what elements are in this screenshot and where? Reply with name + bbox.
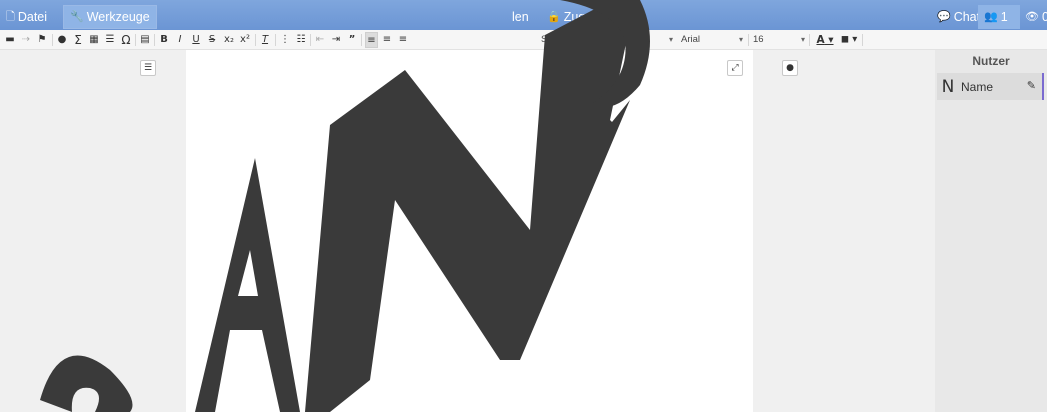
users-icon: 👥 bbox=[984, 10, 998, 23]
chevron-down-icon: ▾ bbox=[800, 35, 805, 44]
text-color-button[interactable]: A ▾ bbox=[815, 32, 835, 48]
style-select-value: Stil bbox=[541, 34, 555, 45]
users-count: 1 bbox=[1000, 10, 1008, 24]
list-icon[interactable]: ☰ bbox=[140, 60, 156, 76]
toolbar-separator bbox=[52, 34, 53, 46]
toolbar-separator bbox=[154, 34, 155, 46]
flag-icon[interactable]: ⚑ bbox=[36, 32, 48, 48]
clear-format-icon[interactable]: T bbox=[259, 32, 271, 48]
page-icon[interactable]: ▤ bbox=[139, 32, 151, 48]
omega-icon[interactable]: Ω bbox=[120, 32, 132, 48]
unordered-list-icon[interactable]: ☷ bbox=[295, 32, 307, 48]
italic-icon[interactable]: I bbox=[174, 32, 186, 48]
paragraph-select-value: Normal bbox=[613, 34, 644, 45]
strikethrough-icon[interactable]: S bbox=[206, 32, 218, 48]
users-count-button[interactable]: 👥 1 bbox=[980, 6, 1012, 28]
paragraph-select[interactable]: Normal ▾ bbox=[613, 32, 673, 48]
left-pane: ☰ bbox=[0, 50, 186, 412]
subscript-icon[interactable]: x₂ bbox=[222, 32, 236, 48]
background-color-icon[interactable]: ◼ ▾ bbox=[839, 32, 859, 48]
document-page[interactable]: ⤢ bbox=[186, 50, 753, 412]
chat-button[interactable]: 💬 Chat bbox=[933, 6, 984, 28]
chat-bubble-icon: 💬 bbox=[937, 10, 951, 23]
underline-icon[interactable]: U bbox=[190, 32, 202, 48]
toolbar-separator bbox=[275, 34, 276, 46]
user-name: Name bbox=[961, 79, 994, 94]
pencil-icon[interactable]: ✎ bbox=[1027, 79, 1036, 92]
ordered-list-icon[interactable]: ⋮ bbox=[279, 32, 291, 48]
access-menu-label: Zugriff bbox=[563, 10, 599, 24]
table-icon[interactable]: ▦ bbox=[88, 32, 100, 48]
toolbar-separator bbox=[809, 34, 810, 46]
users-panel: Nutzer N Name ✎ bbox=[935, 50, 1047, 412]
tools-menu[interactable]: 🔧 Werkzeuge bbox=[63, 5, 157, 29]
app-window: 🗋 Datei 🔧 Werkzeuge len 🔒 Zugriff 💬 Chat… bbox=[0, 0, 1047, 412]
share-menu-label: len bbox=[512, 10, 529, 24]
chevron-down-icon: ▾ bbox=[598, 35, 603, 44]
tools-menu-label: Werkzeuge bbox=[86, 10, 150, 24]
user-initial: N bbox=[941, 76, 955, 97]
toolbar-separator bbox=[862, 34, 863, 46]
comments-pane: ● bbox=[753, 50, 935, 412]
sigma-icon[interactable]: Σ bbox=[72, 32, 84, 48]
toolbar-separator bbox=[748, 34, 749, 46]
hr-icon[interactable]: ☰ bbox=[104, 32, 116, 48]
outdent-icon[interactable]: ⇤ bbox=[314, 32, 326, 48]
comment-icon[interactable]: ● bbox=[782, 60, 798, 76]
wrench-icon: 🔧 bbox=[70, 10, 84, 23]
toolbar-separator bbox=[607, 34, 608, 46]
indent-icon[interactable]: ⇥ bbox=[330, 32, 342, 48]
style-select[interactable]: Stil ▾ bbox=[541, 32, 603, 48]
lock-icon: 🔒 bbox=[547, 10, 561, 23]
access-menu[interactable]: 🔒 Zugriff bbox=[543, 6, 603, 28]
align-left-icon[interactable]: ≡ bbox=[365, 32, 378, 48]
align-center-icon[interactable]: ≡ bbox=[381, 32, 393, 48]
eye-icon: 👁 bbox=[1025, 10, 1039, 23]
expand-icon[interactable]: ⤢ bbox=[727, 60, 743, 76]
toolbar-separator bbox=[310, 34, 311, 46]
chevron-down-icon: ▾ bbox=[668, 35, 673, 44]
arrow-icon[interactable]: ⇢ bbox=[20, 32, 32, 48]
chevron-down-icon: ▾ bbox=[738, 35, 743, 44]
font-select[interactable]: Arial ▾ bbox=[681, 32, 743, 48]
chat-button-label: Chat bbox=[953, 10, 981, 24]
font-size-select-value: 16 bbox=[753, 34, 764, 45]
share-menu[interactable]: len bbox=[508, 6, 533, 28]
viewers-count-button[interactable]: 👁 0 bbox=[1021, 6, 1047, 28]
file-menu-label: Datei bbox=[17, 10, 48, 24]
comment-icon[interactable]: ● bbox=[56, 32, 68, 48]
menubar: 🗋 Datei 🔧 Werkzeuge len 🔒 Zugriff 💬 Chat… bbox=[0, 0, 1047, 30]
toolbar-separator bbox=[135, 34, 136, 46]
font-size-select[interactable]: 16 ▾ bbox=[753, 32, 805, 48]
pill-icon[interactable]: ▬ bbox=[4, 32, 16, 48]
viewers-count: 0 bbox=[1041, 10, 1047, 24]
quote-icon[interactable]: ” bbox=[346, 32, 358, 48]
font-select-value: Arial bbox=[681, 34, 701, 45]
editor-toolbar: ▬ ⇢ ⚑ ● Σ ▦ ☰ Ω ▤ B I U S x₂ x² T ⋮ ☷ ⇤ … bbox=[0, 30, 1047, 50]
user-row[interactable]: N Name ✎ bbox=[937, 73, 1044, 100]
toolbar-separator bbox=[361, 34, 362, 46]
file-menu[interactable]: 🗋 Datei bbox=[2, 6, 51, 28]
users-panel-title: Nutzer bbox=[972, 54, 1010, 68]
toolbar-separator bbox=[255, 34, 256, 46]
bold-icon[interactable]: B bbox=[158, 32, 170, 48]
document-icon: 🗋 bbox=[6, 10, 15, 23]
align-right-icon[interactable]: ≡ bbox=[397, 32, 409, 48]
superscript-icon[interactable]: x² bbox=[238, 32, 252, 48]
text-color-label: A bbox=[816, 34, 825, 46]
